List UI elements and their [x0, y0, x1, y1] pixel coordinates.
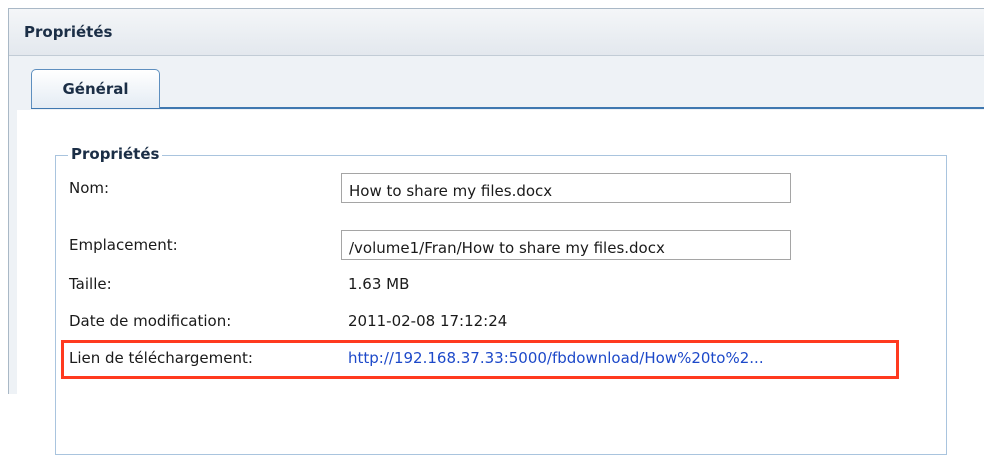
size-value: 1.63 MB — [348, 275, 410, 293]
location-label: Emplacement: — [69, 236, 178, 254]
window-title: Propriétés — [9, 9, 984, 56]
download-link-highlight — [61, 340, 899, 379]
modified-date-label: Date de modification: — [69, 312, 232, 330]
tab-content: Propriétés Nom: Emplacement: Taille: 1.6… — [17, 110, 984, 455]
size-label: Taille: — [69, 275, 112, 293]
group-legend: Propriétés — [68, 145, 163, 163]
tab-strip-divider — [31, 107, 984, 109]
tab-panel: Général Propriétés Nom: Emplacement: Tai… — [9, 56, 984, 455]
location-field[interactable] — [341, 230, 791, 260]
tab-general[interactable]: Général — [31, 69, 160, 108]
properties-group: Propriétés Nom: Emplacement: Taille: 1.6… — [55, 145, 947, 455]
name-field[interactable] — [341, 173, 791, 203]
properties-window: Propriétés Général Propriétés Nom: Empla… — [8, 8, 984, 455]
name-label: Nom: — [69, 179, 110, 197]
modified-date-value: 2011-02-08 17:12:24 — [348, 312, 508, 330]
